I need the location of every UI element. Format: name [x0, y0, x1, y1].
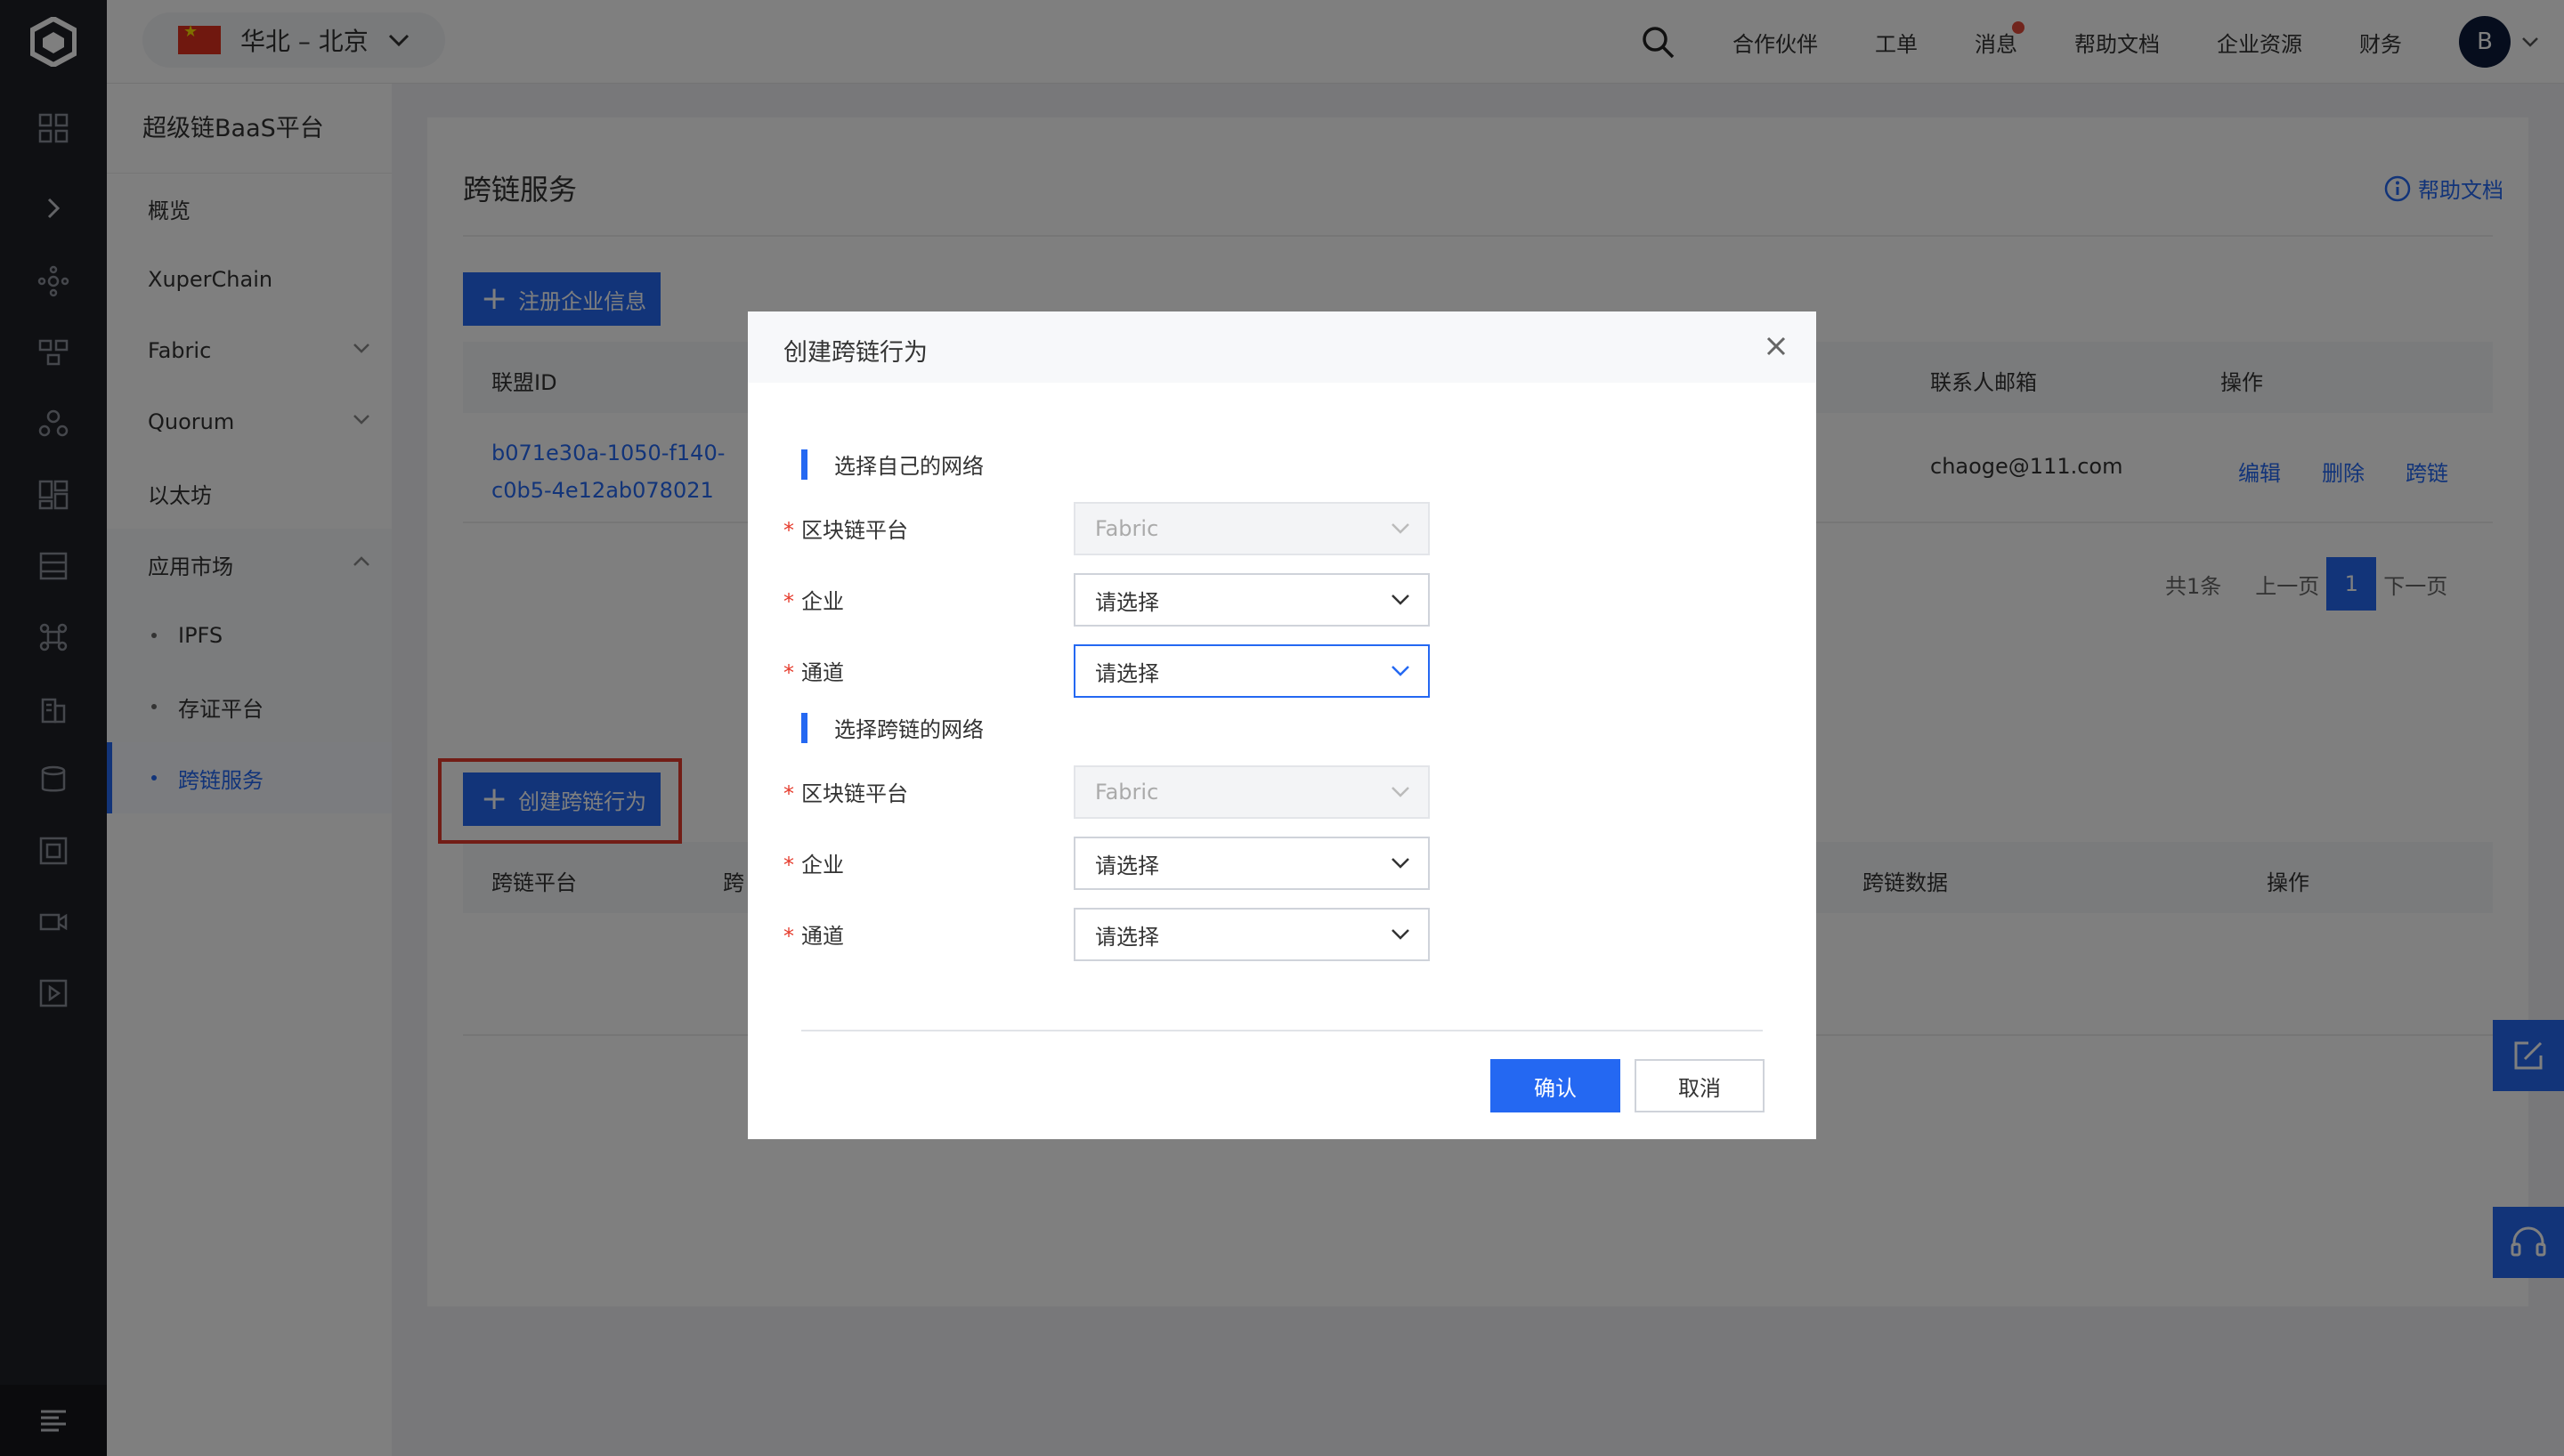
chevron-down-icon [1392, 523, 1409, 534]
dialog-title: 创建跨链行为 [783, 339, 928, 367]
field-label-platform: * 区块链平台 [783, 513, 908, 544]
section-label: 选择跨链的网络 [834, 717, 984, 742]
chevron-down-icon [1392, 595, 1409, 605]
create-cross-chain-dialog: 创建跨链行为 选择自己的网络 * 区块链平台 Fabric * 企业 请选择 * 通道… [748, 311, 1816, 1139]
field-label-company: * 企业 [783, 584, 844, 615]
confirm-button[interactable]: 确认 [1490, 1059, 1620, 1112]
select-value: 请选择 [1095, 589, 1159, 615]
select-value: Fabric [1095, 516, 1159, 541]
label-text: 区块链平台 [801, 781, 908, 806]
required-mark: * [783, 660, 794, 685]
section-label: 选择自己的网络 [834, 454, 984, 479]
section-marker [801, 712, 807, 743]
select-value: 请选择 [1095, 660, 1159, 686]
label-text: 企业 [801, 589, 844, 614]
required-mark: * [783, 518, 794, 543]
required-mark: * [783, 853, 794, 878]
own-channel-select[interactable]: 请选择 [1074, 644, 1430, 698]
own-company-select[interactable]: 请选择 [1074, 573, 1430, 627]
section-own-network: 选择自己的网络 [801, 449, 984, 480]
required-mark: * [783, 924, 794, 949]
chevron-down-icon [1392, 666, 1409, 676]
cross-platform-select: Fabric [1074, 765, 1430, 819]
select-value: 请选择 [1095, 853, 1159, 878]
cancel-button[interactable]: 取消 [1635, 1059, 1765, 1112]
own-platform-select: Fabric [1074, 502, 1430, 555]
chevron-down-icon [1392, 787, 1409, 797]
select-value: 请选择 [1095, 924, 1159, 950]
required-mark: * [783, 589, 794, 614]
cross-company-select[interactable]: 请选择 [1074, 837, 1430, 890]
label-text: 通道 [801, 660, 844, 685]
section-cross-network: 选择跨链的网络 [801, 712, 984, 743]
app-root: 华北 – 北京 合作伙伴 工单 消息 帮助文档 企业资源 财务 B 超级链Baa… [0, 0, 2564, 1456]
field-label-channel: * 通道 [783, 655, 844, 686]
label-text: 通道 [801, 924, 844, 949]
label-text: 企业 [801, 853, 844, 878]
close-icon[interactable] [1763, 333, 1789, 360]
dialog-header: 创建跨链行为 [748, 311, 1816, 383]
section-marker [801, 449, 807, 480]
dialog-footer-divider [801, 1030, 1763, 1031]
chevron-down-icon [1392, 929, 1409, 940]
field-label-platform: * 区块链平台 [783, 776, 908, 807]
field-label-channel: * 通道 [783, 918, 844, 950]
required-mark: * [783, 781, 794, 806]
chevron-down-icon [1392, 858, 1409, 869]
cross-channel-select[interactable]: 请选择 [1074, 908, 1430, 961]
select-value: Fabric [1095, 780, 1159, 805]
label-text: 区块链平台 [801, 518, 908, 543]
field-label-company: * 企业 [783, 847, 844, 878]
